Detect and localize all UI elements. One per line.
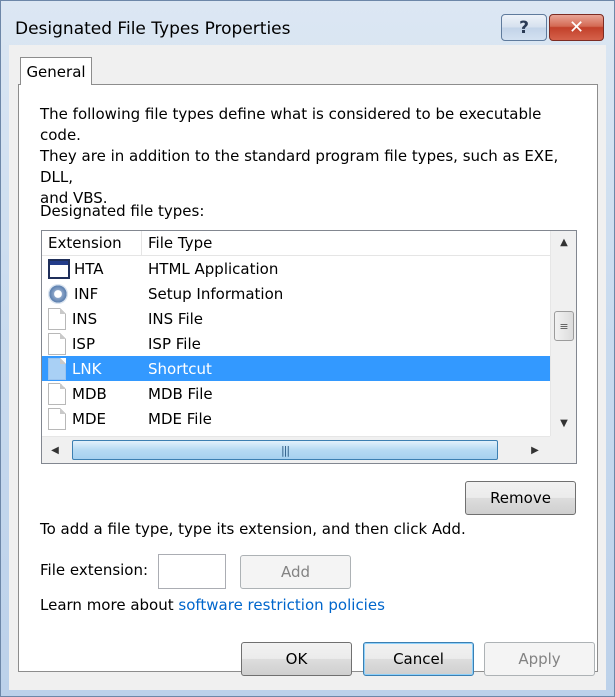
add-button[interactable]: Add [240,555,351,589]
file-type-text: HTML Application [148,259,279,278]
document-icon [48,307,66,330]
dialog-window: Designated File Types Properties ? ✕ Gen… [0,0,615,697]
description-line-1: The following file types define what is … [40,105,542,144]
learn-more-prefix: Learn more about [40,596,179,614]
window-title: Designated File Types Properties [15,19,291,39]
file-type-text: Shortcut [148,359,212,378]
designated-file-types-label: Designated file types: [40,202,205,220]
question-mark-icon: ? [519,17,529,38]
cell-extension: INS [42,307,142,330]
setup-gear-icon [48,283,68,304]
file-type-text: ISP File [148,334,201,353]
file-type-text: MDE File [148,409,212,428]
cell-extension: INF [42,283,142,304]
extension-text: INS [72,309,98,328]
horizontal-scroll-thumb[interactable]: ||| [72,440,498,460]
extension-text: ISP [72,334,95,353]
scroll-up-arrow-icon[interactable]: ▲ [551,231,576,253]
list-rows: HTA HTML Application INF Setup Informati… [42,256,550,431]
scroll-down-arrow-icon[interactable]: ▼ [551,412,576,434]
apply-button[interactable]: Apply [484,642,595,676]
extension-text: HTA [74,259,104,278]
document-icon [48,382,66,405]
document-icon [48,407,66,430]
description-line-2: They are in addition to the standard pro… [40,147,559,186]
grip-icon: ||| [280,443,290,457]
cell-extension: MDB [42,382,142,405]
extension-text: LNK [72,359,102,378]
file-type-text: Setup Information [148,284,284,303]
list-header: Extension File Type [42,231,550,256]
title-bar[interactable]: Designated File Types Properties ? ✕ [1,1,614,45]
tab-general-label: General [26,62,86,81]
list-row-mdb[interactable]: MDB MDB File [42,381,550,406]
document-icon [48,332,66,355]
file-extension-label: File extension: [40,561,149,579]
dialog-client-area: General The following file types define … [9,45,606,690]
cell-extension: LNK [42,357,142,380]
cell-extension: MDE [42,407,142,430]
file-extension-input[interactable] [158,554,226,589]
close-button[interactable]: ✕ [549,14,604,41]
extension-text: MDB [72,384,107,403]
scroll-left-arrow-icon[interactable]: ◀ [42,437,68,463]
list-row-lnk[interactable]: LNK Shortcut [42,356,550,381]
close-icon: ✕ [568,17,585,38]
description-text: The following file types define what is … [40,104,580,209]
cancel-button[interactable]: Cancel [363,642,474,676]
tab-general[interactable]: General [20,57,92,85]
help-button[interactable]: ? [501,14,547,41]
list-row-mde[interactable]: MDE MDE File [42,406,550,431]
column-header-file-type[interactable]: File Type [142,231,550,256]
list-row-hta[interactable]: HTA HTML Application [42,256,550,281]
software-restriction-policies-link[interactable]: software restriction policies [178,596,385,614]
hta-window-icon [48,258,70,279]
vertical-scroll-thumb[interactable]: ≡ [554,311,574,341]
cell-extension: HTA [42,258,142,279]
scroll-right-arrow-icon[interactable]: ▶ [522,437,548,463]
tab-panel-general: The following file types define what is … [18,84,598,672]
column-header-extension[interactable]: Extension [42,231,142,256]
file-type-text: MDB File [148,384,213,403]
horizontal-scrollbar[interactable]: ◀ ||| ▶ [42,436,550,463]
list-row-isp[interactable]: ISP ISP File [42,331,550,356]
list-row-inf[interactable]: INF Setup Information [42,281,550,306]
vertical-scrollbar[interactable]: ▲ ≡ ▼ [550,231,576,436]
grip-icon: ≡ [559,319,569,333]
cell-extension: ISP [42,332,142,355]
shortcut-icon [48,357,66,380]
scrollbar-corner [550,436,576,463]
file-types-list[interactable]: Extension File Type HTA HTML Application [41,230,577,464]
list-row-ins[interactable]: INS INS File [42,306,550,331]
add-instructions-text: To add a file type, type its extension, … [40,520,466,538]
ok-button[interactable]: OK [241,642,352,676]
file-type-text: INS File [148,309,204,328]
extension-text: MDE [72,409,106,428]
extension-text: INF [74,284,99,303]
learn-more-text: Learn more about software restriction po… [40,596,385,614]
remove-button[interactable]: Remove [465,481,576,515]
